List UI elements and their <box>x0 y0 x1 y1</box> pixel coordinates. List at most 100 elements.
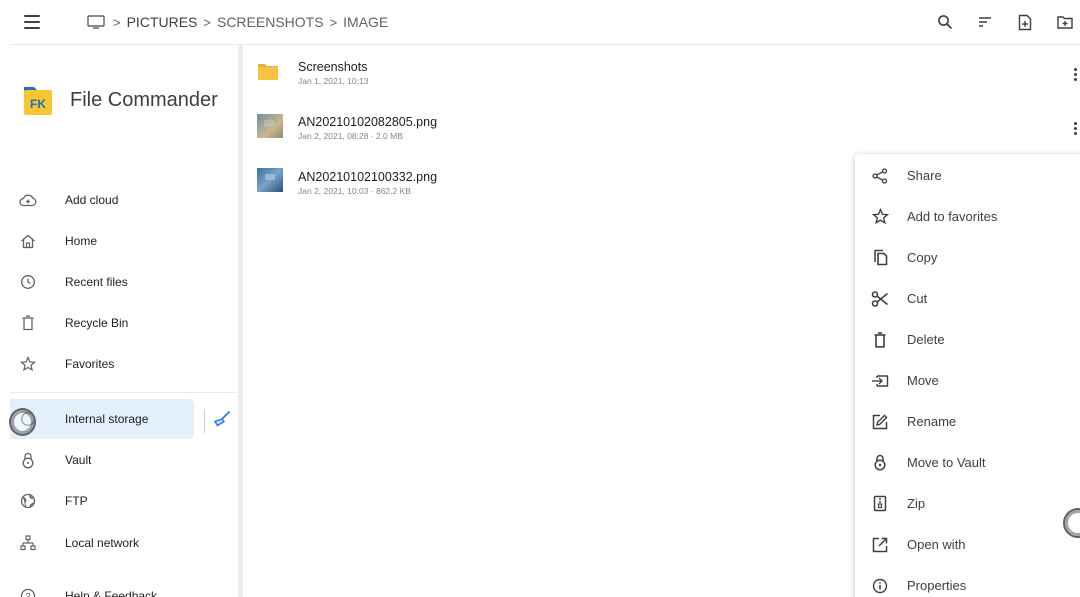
new-folder-icon[interactable] <box>1050 8 1080 36</box>
list-item[interactable]: Screenshots Jan 1, 2021, 10:13 <box>243 52 1080 108</box>
info-icon <box>870 576 890 596</box>
menu-item-cut[interactable]: Cut <box>855 278 1080 319</box>
menu-item-label: Move <box>907 373 939 388</box>
menu-item-label: Properties <box>907 578 967 593</box>
file-meta: Jan 2, 2021, 08:28 · 2.0 MB <box>298 131 403 141</box>
menu-item-label: Zip <box>907 496 926 511</box>
sidebar-item-ftp[interactable]: FTP <box>10 481 194 521</box>
menu-item-label: Delete <box>907 332 945 347</box>
more-options-icon[interactable] <box>1070 120 1080 136</box>
menu-item-label: Open with <box>907 537 966 552</box>
star-icon <box>870 207 890 227</box>
move-icon <box>870 371 890 391</box>
file-meta: Jan 1, 2021, 10:13 <box>298 76 369 86</box>
breadcrumb-item-image[interactable]: IMAGE <box>343 14 388 30</box>
network-icon <box>18 533 38 553</box>
context-menu: Share Add to favorites Copy Cut Delete M… <box>855 154 1080 597</box>
breadcrumb: > PICTURES > SCREENSHOTS > IMAGE <box>87 12 388 32</box>
file-name: Screenshots <box>298 60 368 74</box>
sidebar-item-vault[interactable]: Vault <box>10 440 194 480</box>
svg-text:?: ? <box>25 592 30 597</box>
menu-item-delete[interactable]: Delete <box>855 319 1080 360</box>
menu-item-add-to-favorites[interactable]: Add to favorites <box>855 196 1080 237</box>
lock-icon <box>18 450 38 470</box>
sidebar-item-label: Local network <box>65 536 140 550</box>
menu-item-label: Share <box>907 168 942 183</box>
sidebar: FK File Commander Add cloud Home Recent … <box>0 45 238 597</box>
sidebar-item-label: Recent files <box>65 275 128 289</box>
share-icon <box>870 166 890 186</box>
menu-item-rename[interactable]: Rename <box>855 401 1080 442</box>
open-external-icon <box>870 535 890 555</box>
clock-icon <box>18 272 38 292</box>
clean-storage-button[interactable] <box>204 407 234 435</box>
sidebar-divider <box>10 392 238 393</box>
cloud-add-icon <box>18 190 38 210</box>
help-icon: ? <box>18 586 38 597</box>
star-icon <box>18 354 38 374</box>
breadcrumb-separator: > <box>203 14 211 30</box>
menu-item-zip[interactable]: Zip <box>855 483 1080 524</box>
menu-item-properties[interactable]: Properties <box>855 565 1080 597</box>
touch-indicator <box>9 408 36 436</box>
sidebar-item-local-network[interactable]: Local network <box>10 523 194 563</box>
menu-item-share[interactable]: Share <box>855 155 1080 196</box>
breadcrumb-item-pictures[interactable]: PICTURES <box>127 14 198 30</box>
image-thumbnail <box>257 168 285 194</box>
image-thumbnail <box>257 114 285 140</box>
globe-icon <box>18 491 38 511</box>
sidebar-item-recycle-bin[interactable]: Recycle Bin <box>10 303 194 343</box>
menu-icon[interactable] <box>24 12 44 32</box>
breadcrumb-separator: > <box>113 14 121 30</box>
new-file-icon[interactable] <box>1010 8 1040 36</box>
scissors-icon <box>870 289 890 309</box>
sidebar-item-label: Vault <box>65 453 92 467</box>
menu-item-label: Copy <box>907 250 938 265</box>
sidebar-item-label: Help & Feedback <box>65 589 158 597</box>
menu-item-move-to-vault[interactable]: Move to Vault <box>855 442 1080 483</box>
broom-icon <box>213 410 231 433</box>
sidebar-item-help-feedback[interactable]: ? Help & Feedback <box>10 576 194 597</box>
sidebar-item-label: Recycle Bin <box>65 316 129 330</box>
app-logo: FK <box>22 83 54 117</box>
trash-icon <box>18 313 38 333</box>
app-logo-text: FK <box>30 97 46 111</box>
sidebar-item-home[interactable]: Home <box>10 221 194 261</box>
top-actions <box>920 8 1080 36</box>
lock-icon <box>870 453 890 473</box>
menu-item-open-with[interactable]: Open with <box>855 524 1080 565</box>
sidebar-item-recent-files[interactable]: Recent files <box>10 262 194 302</box>
copy-icon <box>870 248 890 268</box>
sidebar-item-label: FTP <box>65 494 88 508</box>
sidebar-item-internal-storage[interactable]: Internal storage <box>10 399 194 439</box>
top-bar: > PICTURES > SCREENSHOTS > IMAGE <box>0 0 1080 44</box>
app-title: File Commander <box>70 88 218 111</box>
monitor-icon[interactable] <box>87 14 107 30</box>
sidebar-item-label: Favorites <box>65 357 115 371</box>
edit-icon <box>870 412 890 432</box>
file-meta: Jan 2, 2021, 10:03 · 862.2 KB <box>298 186 411 196</box>
breadcrumb-separator: > <box>329 14 338 30</box>
file-name: AN20210102082805.png <box>298 115 438 129</box>
home-icon <box>18 231 38 251</box>
sidebar-item-label: Internal storage <box>65 412 149 426</box>
menu-item-label: Rename <box>907 414 957 429</box>
menu-item-copy[interactable]: Copy <box>855 237 1080 278</box>
app-header: FK File Commander <box>22 83 218 117</box>
zip-icon <box>870 494 890 514</box>
menu-item-label: Move to Vault <box>907 455 986 470</box>
sidebar-item-label: Add cloud <box>65 193 119 207</box>
folder-icon <box>257 61 285 87</box>
sidebar-item-favorites[interactable]: Favorites <box>10 344 194 384</box>
sidebar-item-label: Home <box>65 234 98 248</box>
file-name: AN20210102100332.png <box>298 170 438 184</box>
sort-icon[interactable] <box>970 8 1000 36</box>
search-icon[interactable] <box>930 8 960 36</box>
menu-item-label: Add to favorites <box>907 209 998 224</box>
sidebar-item-add-cloud[interactable]: Add cloud <box>10 180 194 220</box>
trash-icon <box>870 330 890 350</box>
menu-item-move[interactable]: Move <box>855 360 1080 401</box>
breadcrumb-item-screenshots[interactable]: SCREENSHOTS <box>217 14 324 30</box>
more-options-icon[interactable] <box>1070 66 1080 82</box>
menu-item-label: Cut <box>907 291 928 306</box>
